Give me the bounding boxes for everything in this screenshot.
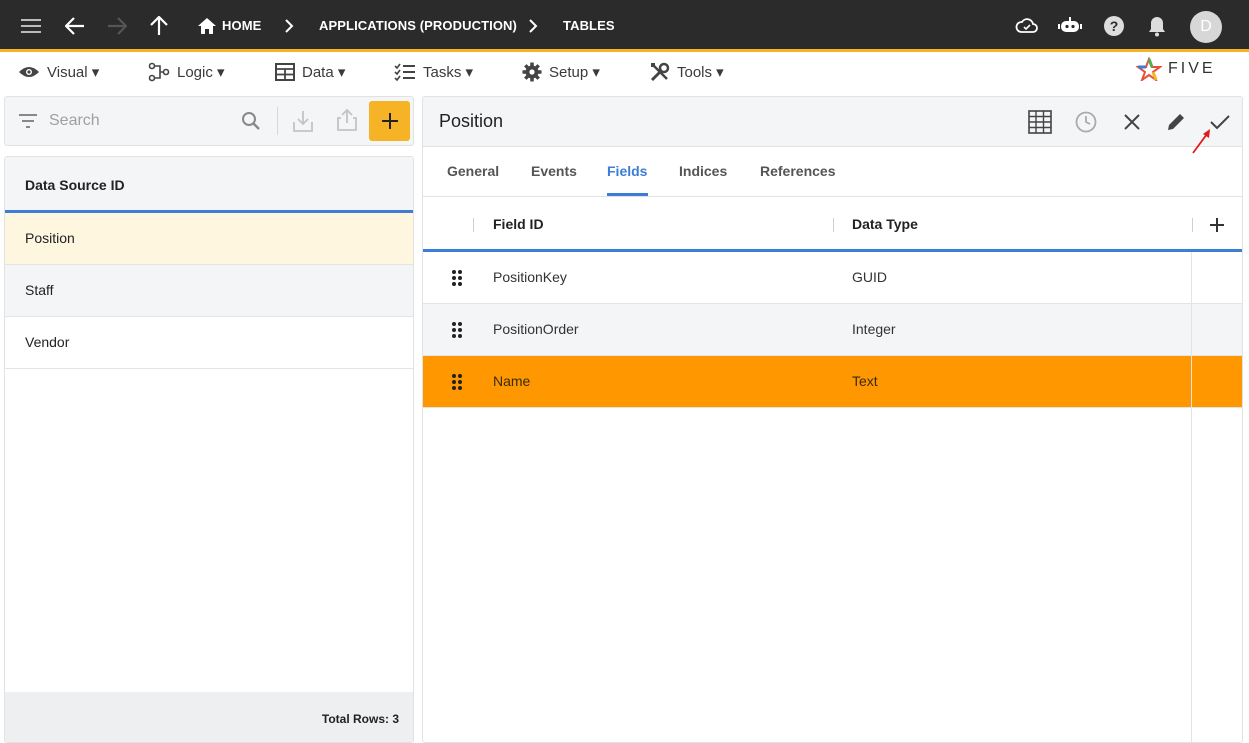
menu-logic[interactable]: Logic ▾ bbox=[148, 61, 225, 83]
table-row[interactable]: PositionKey GUID bbox=[423, 252, 1242, 304]
list-item-label: Position bbox=[25, 230, 75, 246]
cloud-icon[interactable] bbox=[1014, 13, 1040, 39]
svg-text:?: ? bbox=[1110, 18, 1119, 34]
search-input[interactable] bbox=[49, 109, 229, 133]
share-icon[interactable] bbox=[337, 109, 357, 131]
history-icon[interactable] bbox=[1073, 109, 1099, 135]
logic-icon bbox=[148, 62, 170, 82]
list-item[interactable]: Vendor bbox=[5, 317, 413, 369]
drag-handle-icon[interactable] bbox=[451, 269, 463, 287]
tab-fields[interactable]: Fields bbox=[607, 163, 647, 179]
detail-header: Position bbox=[423, 97, 1242, 147]
divider bbox=[277, 107, 278, 135]
download-icon[interactable] bbox=[293, 110, 313, 132]
search-panel bbox=[4, 96, 414, 146]
add-button[interactable] bbox=[369, 101, 410, 141]
forward-icon[interactable] bbox=[104, 13, 130, 39]
plus-icon bbox=[381, 113, 398, 129]
annotation-arrow-icon bbox=[1192, 129, 1210, 154]
data-source-list: Data Source ID Position Staff Vendor Tot… bbox=[4, 156, 414, 743]
eye-icon bbox=[19, 67, 39, 77]
back-icon[interactable] bbox=[62, 13, 88, 39]
data-type-cell: Text bbox=[852, 373, 878, 389]
column-divider bbox=[833, 218, 834, 232]
data-type-cell: Integer bbox=[852, 321, 896, 337]
drag-handle-icon[interactable] bbox=[451, 321, 463, 339]
bell-icon[interactable] bbox=[1144, 13, 1170, 39]
avatar[interactable]: D bbox=[1190, 11, 1222, 43]
menu-visual[interactable]: Visual ▾ bbox=[18, 61, 99, 83]
five-logo-icon bbox=[1136, 57, 1162, 81]
tab-general[interactable]: General bbox=[447, 163, 499, 179]
detail-title: Position bbox=[439, 111, 504, 131]
list-header-label[interactable]: Data Source ID bbox=[25, 177, 125, 193]
edit-icon[interactable] bbox=[1163, 109, 1189, 135]
field-id-cell: Name bbox=[493, 373, 531, 389]
add-field-icon[interactable] bbox=[1209, 217, 1225, 233]
list-item[interactable]: Staff bbox=[5, 265, 413, 317]
column-divider-line bbox=[1191, 252, 1192, 742]
detail-panel: Position General Events Fields Indices R… bbox=[422, 96, 1243, 743]
table-row[interactable]: PositionOrder Integer bbox=[423, 304, 1242, 356]
tab-references[interactable]: References bbox=[760, 163, 836, 179]
chevron-right-icon bbox=[276, 13, 302, 39]
search-icon[interactable] bbox=[241, 111, 261, 131]
menu-data[interactable]: Data ▾ bbox=[275, 61, 345, 83]
menu-setup[interactable]: Setup ▾ bbox=[522, 61, 600, 83]
menu-logic-label: Logic ▾ bbox=[177, 64, 225, 81]
column-data-type[interactable]: Data Type bbox=[852, 216, 918, 232]
tab-indices[interactable]: Indices bbox=[679, 163, 727, 179]
menu-setup-label: Setup ▾ bbox=[549, 64, 600, 81]
menu-tools-label: Tools ▾ bbox=[677, 64, 724, 81]
close-icon[interactable] bbox=[1119, 109, 1145, 135]
column-field-id[interactable]: Field ID bbox=[493, 216, 544, 232]
list-item[interactable]: Position bbox=[5, 213, 413, 265]
field-id-cell: PositionKey bbox=[493, 269, 567, 285]
data-type-cell: GUID bbox=[852, 269, 887, 285]
list-header: Data Source ID bbox=[5, 157, 413, 213]
home-icon[interactable] bbox=[194, 13, 220, 39]
column-divider bbox=[473, 218, 474, 232]
table-icon bbox=[275, 63, 295, 81]
list-item-label: Staff bbox=[25, 282, 54, 298]
breadcrumb-tables[interactable]: TABLES bbox=[563, 18, 615, 33]
menu-visual-label: Visual ▾ bbox=[47, 64, 100, 81]
tools-icon bbox=[650, 62, 670, 82]
tab-events[interactable]: Events bbox=[531, 163, 577, 179]
filter-icon[interactable] bbox=[19, 114, 37, 128]
fields-grid-header: Field ID Data Type bbox=[423, 198, 1242, 252]
menu-icon[interactable] bbox=[18, 13, 44, 39]
field-id-cell: PositionOrder bbox=[493, 321, 579, 337]
logo-text: FIVE bbox=[1168, 60, 1216, 77]
help-icon[interactable]: ? bbox=[1101, 13, 1127, 39]
up-icon[interactable] bbox=[146, 13, 172, 39]
menu-bar: Visual ▾ Logic ▾ Data ▾ Tasks ▾ Setup ▾ … bbox=[0, 55, 1249, 88]
active-tab-indicator bbox=[607, 193, 648, 196]
list-footer: Total Rows: 3 bbox=[5, 692, 413, 742]
tab-bar: General Events Fields Indices References bbox=[423, 147, 1242, 197]
table-row-selected[interactable]: Name Text bbox=[423, 356, 1242, 408]
chevron-right-icon bbox=[520, 13, 546, 39]
gear-icon bbox=[522, 62, 542, 82]
menu-tasks-label: Tasks ▾ bbox=[423, 64, 474, 81]
menu-tools[interactable]: Tools ▾ bbox=[650, 61, 724, 83]
breadcrumb-home[interactable]: HOME bbox=[222, 18, 261, 33]
checklist-icon bbox=[394, 63, 415, 81]
menu-tasks[interactable]: Tasks ▾ bbox=[394, 61, 473, 83]
grid-view-icon[interactable] bbox=[1027, 109, 1053, 135]
total-rows: Total Rows: 3 bbox=[321, 712, 399, 726]
drag-handle-icon[interactable] bbox=[451, 373, 463, 391]
chat-bot-icon[interactable] bbox=[1057, 13, 1083, 39]
top-bar: HOME APPLICATIONS (PRODUCTION) TABLES ? … bbox=[0, 0, 1249, 52]
five-logo: FIVE bbox=[1136, 57, 1216, 81]
column-divider bbox=[1192, 218, 1193, 232]
list-item-label: Vendor bbox=[25, 334, 70, 350]
breadcrumb-applications[interactable]: APPLICATIONS (PRODUCTION) bbox=[319, 18, 517, 33]
menu-data-label: Data ▾ bbox=[302, 64, 346, 81]
